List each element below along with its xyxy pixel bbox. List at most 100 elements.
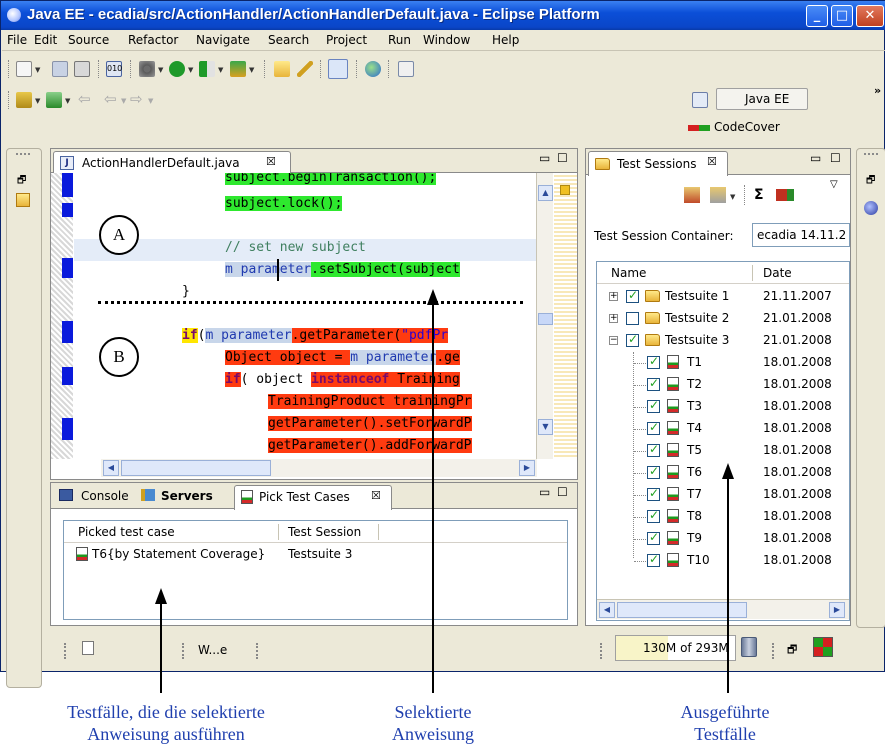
debug-dropdown-icon[interactable]: ▼	[158, 66, 163, 74]
menu-edit[interactable]: Edit	[34, 33, 57, 47]
external-tools-icon[interactable]	[230, 61, 246, 77]
next-annotation-dropdown-icon[interactable]: ▼	[35, 97, 40, 105]
test-case-checkbox[interactable]	[647, 552, 660, 567]
hscroll-thumb[interactable]	[121, 460, 271, 476]
tree-row-testsuite-2[interactable]: + Testsuite 2 21.01.2008	[597, 308, 849, 330]
tab-actionhandlerdefault[interactable]: J ActionHandlerDefault.java ☒	[53, 151, 291, 174]
tree-row-test-case[interactable]: T3 18.01.2008	[597, 396, 849, 418]
column-name[interactable]: Name	[611, 266, 646, 280]
save-icon[interactable]	[52, 61, 68, 77]
column-date[interactable]: Date	[763, 266, 792, 280]
forward-icon[interactable]: ⇨	[130, 90, 143, 108]
fast-view-icon[interactable]	[82, 641, 94, 655]
outline-icon[interactable]	[864, 201, 878, 215]
scroll-down-icon[interactable]: ▼	[538, 419, 553, 435]
tree-row-test-case[interactable]: T7 18.01.2008	[597, 484, 849, 506]
scroll-right-icon[interactable]: ▶	[519, 460, 535, 476]
import-session-icon[interactable]	[684, 187, 700, 203]
maximize-button[interactable]: □	[831, 5, 853, 27]
open-perspective-icon[interactable]	[692, 92, 708, 108]
delete-session-icon[interactable]	[776, 189, 794, 201]
test-case-checkbox[interactable]	[647, 486, 660, 501]
globe-icon[interactable]	[365, 61, 381, 77]
tab-console[interactable]: Console	[81, 489, 129, 503]
test-case-checkbox[interactable]	[647, 530, 660, 545]
tree-row-test-case[interactable]: T8 18.01.2008	[597, 506, 849, 528]
more-perspectives-icon[interactable]: »	[874, 84, 881, 97]
new-icon[interactable]	[16, 61, 32, 77]
pen-icon[interactable]	[297, 61, 313, 77]
external-tools-dropdown-icon[interactable]: ▼	[249, 66, 254, 74]
package-explorer-icon[interactable]	[16, 193, 30, 207]
tree-row-test-case[interactable]: T9 18.01.2008	[597, 528, 849, 550]
maximize-view-icon[interactable]: ☐	[557, 151, 568, 165]
tab-pick-test-cases[interactable]: Pick Test Cases ☒	[234, 485, 392, 510]
back-dropdown-icon[interactable]: ▼	[121, 97, 126, 105]
binary-icon[interactable]: 010	[106, 61, 122, 77]
run-icon[interactable]	[169, 61, 185, 77]
test-case-checkbox[interactable]	[647, 398, 660, 413]
toolbar-grip[interactable]	[8, 91, 10, 109]
code-area[interactable]: subject.beginTransaction(); subject.lock…	[74, 173, 536, 459]
menu-search[interactable]: Search	[268, 33, 309, 47]
trim-grip[interactable]	[16, 153, 30, 155]
back-icon[interactable]: ⇦	[104, 90, 117, 108]
tree-row-testsuite-3[interactable]: − Testsuite 3 21.01.2008	[597, 330, 849, 352]
menu-project[interactable]: Project	[326, 33, 367, 47]
testsuite-3-checkbox[interactable]	[626, 332, 639, 347]
scroll-up-icon[interactable]: ▲	[538, 185, 553, 201]
scroll-right-icon[interactable]: ▶	[829, 602, 845, 618]
close-tab-icon[interactable]: ☒	[371, 489, 381, 502]
table-row[interactable]: T6{by Statement Coverage} Testsuite 3	[64, 545, 567, 565]
tree-row-test-case[interactable]: T1 18.01.2008	[597, 352, 849, 374]
garbage-collect-icon[interactable]	[741, 637, 757, 657]
test-case-checkbox[interactable]	[647, 376, 660, 391]
test-case-checkbox[interactable]	[647, 442, 660, 457]
testsuite-1-checkbox[interactable]	[626, 288, 639, 303]
restore-icon[interactable]: 🗗	[866, 173, 875, 190]
print-icon[interactable]	[74, 61, 90, 77]
highlight-toggle-icon[interactable]	[328, 59, 348, 79]
column-test-session[interactable]: Test Session	[288, 525, 361, 539]
code-line-set-subject[interactable]: m parameter.setSubject(subject	[225, 259, 460, 281]
tree-horizontal-scrollbar[interactable]: ◀ ▶	[597, 599, 849, 619]
status-item[interactable]: W...e	[198, 643, 227, 657]
coverage-run-icon[interactable]	[199, 61, 215, 77]
previous-annotation-dropdown-icon[interactable]: ▼	[65, 97, 70, 105]
scroll-thumb[interactable]	[538, 313, 553, 325]
menu-source[interactable]: Source	[68, 33, 109, 47]
close-tab-icon[interactable]: ☒	[707, 155, 717, 168]
tree-row-test-case[interactable]: T4 18.01.2008	[597, 418, 849, 440]
tree-row-test-case[interactable]: T10 18.01.2008	[597, 550, 849, 572]
menu-run[interactable]: Run	[388, 33, 411, 47]
column-picked-test-case[interactable]: Picked test case	[78, 525, 175, 539]
testsuite-2-checkbox[interactable]	[626, 312, 639, 325]
editor-vertical-scrollbar[interactable]: ▲ ▼	[536, 173, 553, 459]
tree-row-test-case[interactable]: T2 18.01.2008	[597, 374, 849, 396]
last-edit-icon[interactable]: ⇦	[78, 90, 91, 108]
minimize-view-icon[interactable]: ▭	[810, 151, 821, 165]
menu-help[interactable]: Help	[492, 33, 519, 47]
tab-servers[interactable]: Servers	[161, 489, 213, 503]
open-folder-icon[interactable]	[274, 61, 290, 77]
codecover-label[interactable]: CodeCover	[714, 120, 780, 134]
test-case-checkbox[interactable]	[647, 420, 660, 435]
scroll-left-icon[interactable]: ◀	[599, 602, 615, 618]
restore-icon[interactable]: 🗗	[787, 641, 797, 660]
perspective-javaee-button[interactable]: Java EE	[716, 88, 808, 110]
view-menu-icon[interactable]: ▽	[830, 179, 838, 190]
minimize-button[interactable]: _	[806, 5, 828, 27]
menu-navigate[interactable]: Navigate	[196, 33, 250, 47]
close-tab-icon[interactable]: ☒	[266, 155, 276, 168]
run-dropdown-icon[interactable]: ▼	[188, 66, 193, 74]
minimize-view-icon[interactable]: ▭	[539, 151, 550, 165]
trim-grip[interactable]	[864, 153, 878, 155]
tree-row-test-case[interactable]: T5 18.01.2008	[597, 440, 849, 462]
test-case-checkbox[interactable]	[647, 508, 660, 523]
expand-icon[interactable]: +	[609, 314, 618, 323]
maximize-view-icon[interactable]: ☐	[557, 485, 568, 499]
new-dropdown-icon[interactable]: ▼	[35, 66, 40, 74]
overview-marker[interactable]	[560, 185, 570, 195]
menu-refactor[interactable]: Refactor	[128, 33, 178, 47]
merge-session-icon[interactable]	[710, 187, 726, 203]
